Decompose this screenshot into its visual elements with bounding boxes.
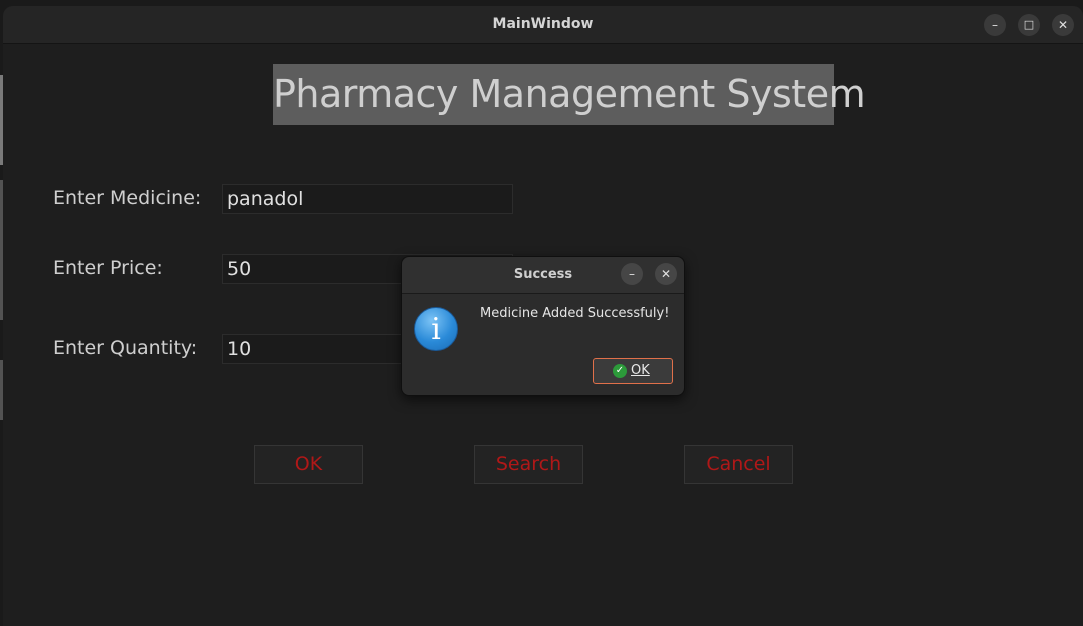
dialog-ok-button[interactable]: ✓ OK (593, 358, 673, 384)
dialog-minimize-icon[interactable]: – (621, 263, 643, 285)
check-icon: ✓ (613, 364, 627, 378)
success-dialog: Success – ✕ i Medicine Added Successfuly… (401, 256, 685, 396)
quantity-label: Enter Quantity: (53, 337, 198, 359)
info-icon-glyph: i (431, 312, 441, 347)
ok-button[interactable]: OK (254, 445, 363, 484)
dialog-ok-label: OK (631, 363, 650, 378)
dialog-message: Medicine Added Successfuly! (480, 306, 670, 321)
title-bar[interactable]: MainWindow – □ ✕ (3, 6, 1083, 44)
page-title: Pharmacy Management System (273, 64, 866, 125)
medicine-input[interactable]: panadol (222, 184, 513, 214)
window-maximize-icon[interactable]: □ (1018, 14, 1040, 36)
window-minimize-icon[interactable]: – (984, 14, 1006, 36)
price-label: Enter Price: (53, 257, 163, 279)
info-icon: i (414, 307, 458, 351)
dialog-title-bar[interactable]: Success – ✕ (402, 257, 684, 294)
window-close-icon[interactable]: ✕ (1052, 14, 1074, 36)
window-title: MainWindow (492, 16, 594, 32)
medicine-label: Enter Medicine: (53, 187, 202, 209)
dialog-close-icon[interactable]: ✕ (655, 263, 677, 285)
cancel-button[interactable]: Cancel (684, 445, 793, 484)
search-button[interactable]: Search (474, 445, 583, 484)
